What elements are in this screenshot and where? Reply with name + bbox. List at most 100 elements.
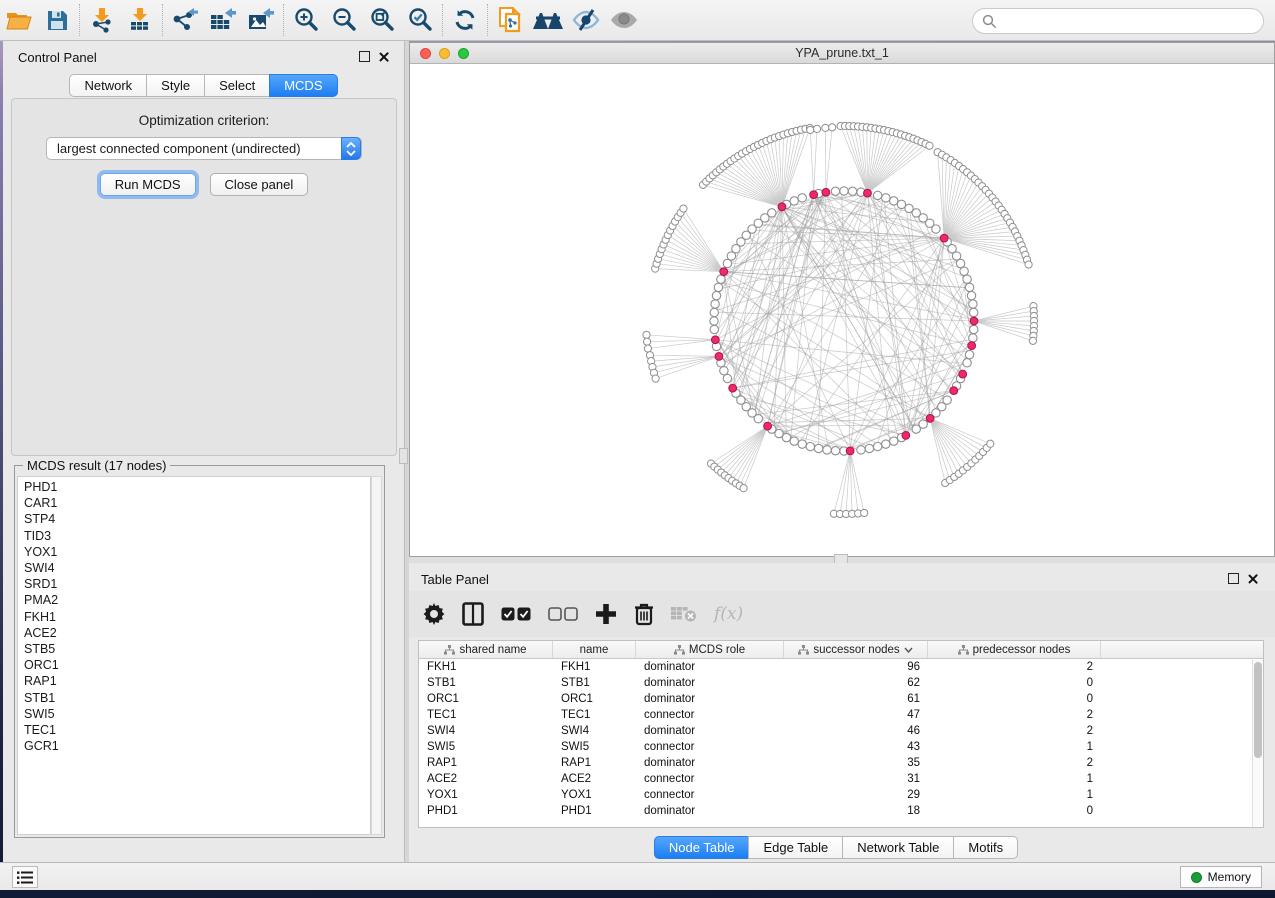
network-graph[interactable]	[410, 64, 1274, 556]
mcds-result-item[interactable]: SRD1	[18, 576, 370, 592]
add-column-icon[interactable]	[595, 603, 617, 625]
table-cell[interactable]: ACE2	[553, 773, 636, 785]
table-cell[interactable]: connector	[636, 789, 784, 801]
table-cell[interactable]: FKH1	[419, 661, 553, 673]
table-cell[interactable]: PHD1	[419, 805, 553, 817]
mcds-result-scrollbar[interactable]	[371, 476, 382, 835]
network-node[interactable]	[890, 437, 898, 445]
table-cell[interactable]: 43	[784, 741, 928, 753]
table-cell[interactable]: STB1	[553, 677, 636, 689]
network-node[interactable]	[965, 350, 973, 358]
select-all-icon[interactable]	[501, 607, 531, 621]
new-network-from-selection-icon[interactable]	[491, 3, 529, 37]
mcds-result-item[interactable]: RAP1	[18, 673, 370, 689]
tab-edge-table[interactable]: Edge Table	[748, 836, 842, 859]
table-row[interactable]: ACE2ACE2connector311	[419, 771, 1263, 787]
table-cell[interactable]: 1	[928, 789, 1101, 801]
column-header-predecessor-nodes[interactable]: predecessor nodes	[928, 641, 1101, 658]
network-node[interactable]	[717, 275, 725, 283]
network-node[interactable]	[680, 205, 687, 212]
network-node[interactable]	[711, 300, 719, 308]
network-hub-node[interactable]	[864, 189, 872, 197]
network-hub-node[interactable]	[778, 203, 786, 211]
network-node[interactable]	[813, 125, 820, 132]
table-cell[interactable]: 96	[784, 661, 928, 673]
network-hub-node[interactable]	[720, 268, 728, 276]
table-cell[interactable]: ORC1	[419, 693, 553, 705]
table-cell[interactable]: TEC1	[419, 709, 553, 721]
column-header-successor-nodes[interactable]: successor nodes	[784, 641, 928, 658]
network-node[interactable]	[967, 291, 975, 299]
table-cell[interactable]: 61	[784, 693, 928, 705]
close-panel-icon[interactable]	[378, 51, 390, 63]
network-node[interactable]	[873, 442, 881, 450]
network-node[interactable]	[848, 187, 856, 195]
network-node[interactable]	[710, 317, 718, 325]
network-node[interactable]	[865, 444, 873, 452]
table-row[interactable]: RAP1RAP1dominator352	[419, 755, 1263, 771]
table-cell[interactable]: dominator	[636, 661, 784, 673]
network-node[interactable]	[970, 325, 978, 333]
maximize-window-icon[interactable]	[458, 48, 469, 59]
table-row[interactable]: YOX1YOX1connector291	[419, 787, 1263, 803]
network-node[interactable]	[963, 275, 971, 283]
network-node[interactable]	[882, 440, 890, 448]
network-node[interactable]	[720, 367, 728, 375]
table-cell[interactable]: dominator	[636, 677, 784, 689]
table-scrollbar[interactable]	[1252, 660, 1263, 827]
network-hub-node[interactable]	[926, 414, 934, 422]
mcds-result-item[interactable]: TEC1	[18, 722, 370, 738]
table-row[interactable]: STB1STB1dominator620	[419, 675, 1263, 691]
tab-network-table[interactable]: Network Table	[842, 836, 953, 859]
table-cell[interactable]: ACE2	[419, 773, 553, 785]
network-hub-node[interactable]	[950, 387, 958, 395]
table-row[interactable]: FKH1FKH1dominator962	[419, 659, 1263, 675]
table-cell[interactable]: 47	[784, 709, 928, 721]
table-cell[interactable]: 2	[928, 661, 1101, 673]
network-node[interactable]	[873, 191, 881, 199]
network-node[interactable]	[652, 375, 659, 382]
network-node[interactable]	[806, 442, 814, 450]
network-node[interactable]	[831, 187, 839, 195]
network-canvas[interactable]	[410, 64, 1274, 556]
network-node[interactable]	[926, 142, 933, 149]
refresh-icon[interactable]	[446, 3, 484, 37]
run-mcds-button[interactable]: Run MCDS	[100, 173, 196, 196]
task-history-button[interactable]	[12, 866, 38, 888]
table-cell[interactable]: 2	[928, 709, 1101, 721]
network-node[interactable]	[768, 209, 776, 217]
column-header-shared-name[interactable]: shared name	[419, 641, 553, 658]
delete-column-icon[interactable]	[634, 602, 654, 626]
mcds-result-item[interactable]: ORC1	[18, 657, 370, 673]
table-cell[interactable]: connector	[636, 741, 784, 753]
network-node[interactable]	[987, 440, 994, 447]
network-node[interactable]	[798, 194, 806, 202]
mcds-result-item[interactable]: PHD1	[18, 479, 370, 495]
network-hub-node[interactable]	[968, 342, 976, 350]
table-cell[interactable]: 1	[928, 773, 1101, 785]
close-window-icon[interactable]	[420, 48, 431, 59]
binoculars-icon[interactable]	[529, 3, 567, 37]
network-node[interactable]	[970, 308, 978, 316]
table-cell[interactable]: dominator	[636, 805, 784, 817]
table-cell[interactable]: PHD1	[553, 805, 636, 817]
table-cell[interactable]: SWI5	[419, 741, 553, 753]
table-row[interactable]: PHD1PHD1dominator180	[419, 803, 1263, 819]
zoom-fit-icon[interactable]	[363, 3, 401, 37]
table-cell[interactable]: YOX1	[553, 789, 636, 801]
table-cell[interactable]: dominator	[636, 693, 784, 705]
network-node[interactable]	[798, 440, 806, 448]
show-all-icon[interactable]	[605, 3, 643, 37]
table-cell[interactable]: 0	[928, 677, 1101, 689]
float-panel-icon[interactable]	[359, 51, 370, 62]
network-hub-node[interactable]	[959, 370, 967, 378]
network-node[interactable]	[814, 444, 822, 452]
tab-select[interactable]: Select	[204, 74, 269, 97]
zoom-in-icon[interactable]	[287, 3, 325, 37]
mcds-result-item[interactable]: STB5	[18, 641, 370, 657]
import-table-icon[interactable]	[121, 3, 159, 37]
network-node[interactable]	[1025, 261, 1032, 268]
memory-button[interactable]: Memory	[1180, 866, 1262, 888]
tab-mcds[interactable]: MCDS	[269, 74, 337, 97]
tab-node-table[interactable]: Node Table	[654, 836, 749, 859]
